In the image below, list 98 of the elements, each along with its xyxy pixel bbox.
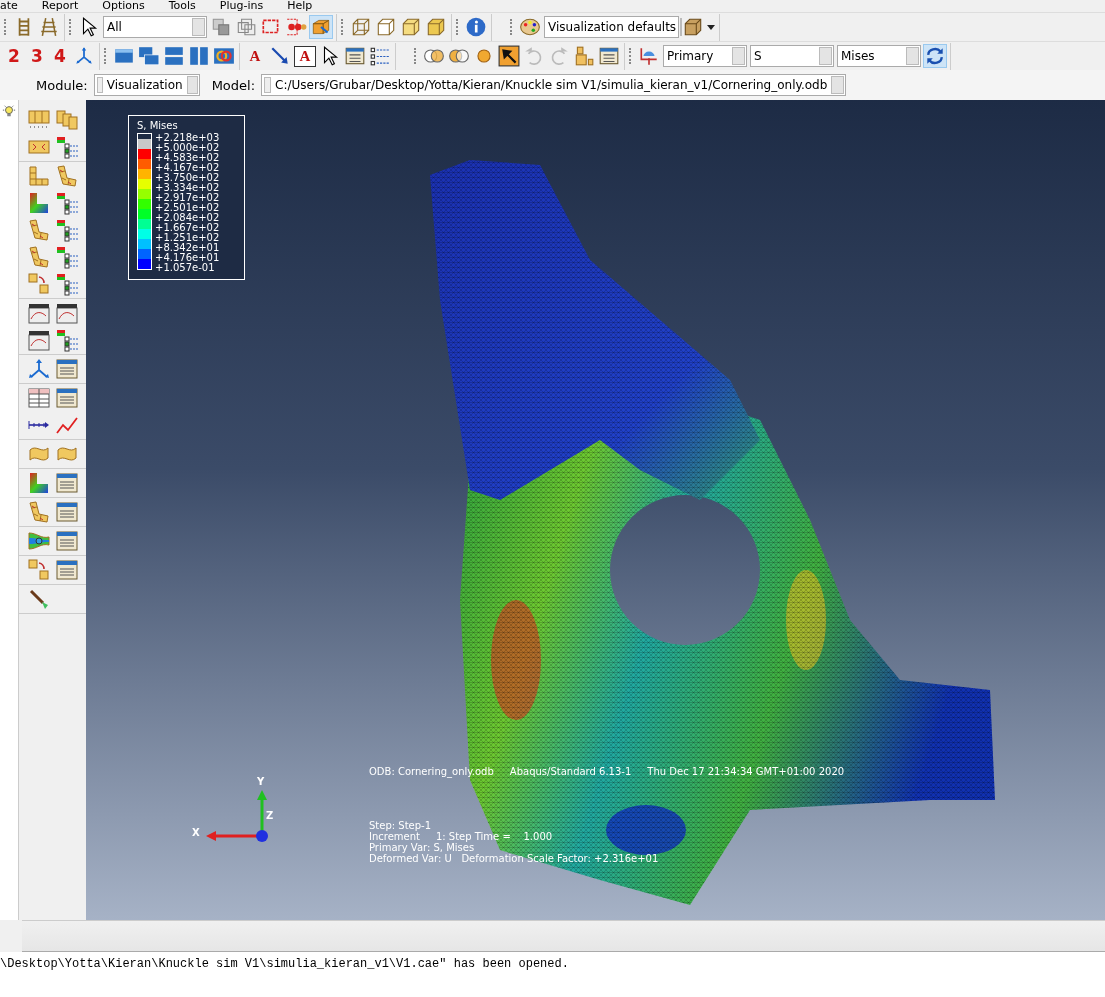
palette-icon[interactable]: [519, 16, 541, 38]
table-window-icon[interactable]: [344, 45, 366, 67]
menu-item[interactable]: Tools: [168, 0, 196, 12]
shaded-cube-icon[interactable]: [425, 16, 447, 38]
step-info-text: Step: Step-1: [369, 820, 433, 831]
legend-value: +8.342e+01: [155, 243, 220, 253]
cube-icon[interactable]: [682, 16, 704, 38]
legend-value: +3.750e+02: [155, 173, 220, 183]
table-window-icon[interactable]: [598, 45, 620, 67]
axes-triad-icon[interactable]: [27, 357, 51, 381]
orientation-options-icon[interactable]: [55, 245, 79, 269]
menu-item[interactable]: Plug-ins: [219, 0, 264, 12]
undeformed-grid-icon[interactable]: [27, 164, 51, 188]
view-number-button[interactable]: 4: [50, 46, 70, 66]
text-tool[interactable]: A: [294, 45, 316, 67]
contour-plot-icon[interactable]: [27, 191, 51, 215]
step-info-text: Deformed Var: U Deformation Scale Factor: +2.316e+01: [369, 853, 659, 864]
deformed-grid-icon[interactable]: [55, 164, 79, 188]
message-text: \Desktop\Yotta\Kieran\Knuckle sim V1\simulia_kieran_v1\V1.cae" has been opened.: [0, 957, 569, 971]
box-pick-icon[interactable]: [310, 16, 332, 38]
odb-info-text: Thu Dec 17 21:34:34 GMT+01:00 2020: [647, 766, 845, 777]
list-icon[interactable]: [369, 45, 391, 67]
animate-scale-icon[interactable]: [27, 301, 51, 325]
animation-options-icon[interactable]: [55, 328, 79, 352]
view-number-button[interactable]: 2: [4, 46, 24, 66]
model-label: Model:: [211, 77, 256, 93]
module-label: Module:: [36, 77, 88, 93]
legend-value: +1.057e-01: [155, 263, 216, 273]
y-axis-label: Y: [257, 776, 265, 787]
blocks-icon[interactable]: [573, 45, 595, 67]
stacked-squares-icon[interactable]: [210, 16, 232, 38]
legend-value: +2.084e+02: [155, 213, 220, 223]
step-info-text: Primary Var: S, Mises: [369, 842, 475, 853]
legend-value: +4.167e+02: [155, 163, 220, 173]
animate-time-icon[interactable]: [55, 301, 79, 325]
field-output-dropdown[interactable]: Primary: [663, 45, 747, 67]
selection-filter-dropdown[interactable]: All: [103, 16, 207, 38]
menu-item[interactable]: Options: [102, 0, 145, 12]
hidden-line-cube-icon[interactable]: [375, 16, 397, 38]
contour-options-icon[interactable]: [55, 191, 79, 215]
axes-icon[interactable]: [73, 45, 95, 67]
transform-icon[interactable]: [27, 558, 51, 582]
legend-value: +4.583e+02: [155, 153, 220, 163]
menu-item[interactable]: Report: [41, 0, 79, 12]
legend-value: +2.218e+03: [155, 133, 220, 143]
caret-icon[interactable]: [707, 24, 715, 30]
cascade-windows-icon[interactable]: [138, 45, 160, 67]
menu-item[interactable]: ate: [0, 0, 18, 12]
legend-value: +1.251e+02: [155, 233, 220, 243]
stream-icon[interactable]: [27, 529, 51, 553]
stacked-windows-icon[interactable]: [163, 45, 185, 67]
field-output-dropdown[interactable]: S: [750, 45, 834, 67]
z-axis-label: Z: [266, 810, 274, 821]
rail-icon[interactable]: [38, 16, 60, 38]
arrow-icon[interactable]: [269, 45, 291, 67]
wireframe-cube-icon[interactable]: [350, 16, 372, 38]
info-icon[interactable]: [465, 16, 487, 38]
field-output-icon[interactable]: [638, 45, 660, 67]
superimpose-options-icon[interactable]: [55, 272, 79, 296]
legend-value: +4.176e+01: [155, 253, 220, 263]
symbol-options-icon[interactable]: [55, 218, 79, 242]
legend-value: +2.501e+02: [155, 203, 220, 213]
menu-item[interactable]: Help: [287, 0, 313, 12]
legend-value: +5.000e+02: [155, 143, 220, 153]
shaded-cube-icon[interactable]: [400, 16, 422, 38]
refresh-icon[interactable]: [924, 45, 946, 67]
table-window-icon[interactable]: [55, 357, 79, 381]
view-defaults-dropdown[interactable]: Visualization defaults: [544, 16, 679, 38]
table-window-icon[interactable]: [55, 500, 79, 524]
node-chain-icon[interactable]: [285, 16, 307, 38]
x-axis-label: X: [192, 827, 200, 838]
view-number-button[interactable]: 3: [27, 46, 47, 66]
superimpose-icon[interactable]: [27, 272, 51, 296]
material-orientation-icon[interactable]: [27, 245, 51, 269]
odb-info-text: Abaqus/Standard 6.13-1: [509, 766, 632, 777]
table-window-icon[interactable]: [55, 529, 79, 553]
boxes-icon[interactable]: [235, 16, 257, 38]
cut-plane-icon[interactable]: [27, 471, 51, 495]
legend-value: +1.667e+02: [155, 223, 220, 233]
table-window-icon[interactable]: [55, 558, 79, 582]
module-dropdown[interactable]: Visualization: [93, 74, 200, 96]
table-window-icon[interactable]: [55, 471, 79, 495]
text-arrow-tool[interactable]: A: [244, 47, 266, 65]
animate-harmonic-icon[interactable]: [27, 328, 51, 352]
legend-value: +2.917e+02: [155, 193, 220, 203]
legend-value: +3.334e+02: [155, 183, 220, 193]
paint-brush-icon[interactable]: [27, 587, 51, 611]
model-dropdown[interactable]: C:/Users/Grubar/Desktop/Yotta/Kieran/Knuckle sim V1/simulia_kieran_v1/Cornering_only.odb: [261, 74, 847, 96]
legend-title: S, Mises: [137, 120, 179, 131]
free-body-icon[interactable]: [27, 500, 51, 524]
table-window-icon[interactable]: [55, 386, 79, 410]
lightbulb-icon[interactable]: [2, 104, 16, 118]
xy-table-icon[interactable]: [27, 386, 51, 410]
linked-rings-icon[interactable]: [213, 45, 235, 67]
layer-list-icon[interactable]: [55, 135, 79, 159]
side-windows-icon[interactable]: [188, 45, 210, 67]
field-output-dropdown[interactable]: Mises: [837, 45, 921, 67]
symbol-plot-icon[interactable]: [27, 218, 51, 242]
